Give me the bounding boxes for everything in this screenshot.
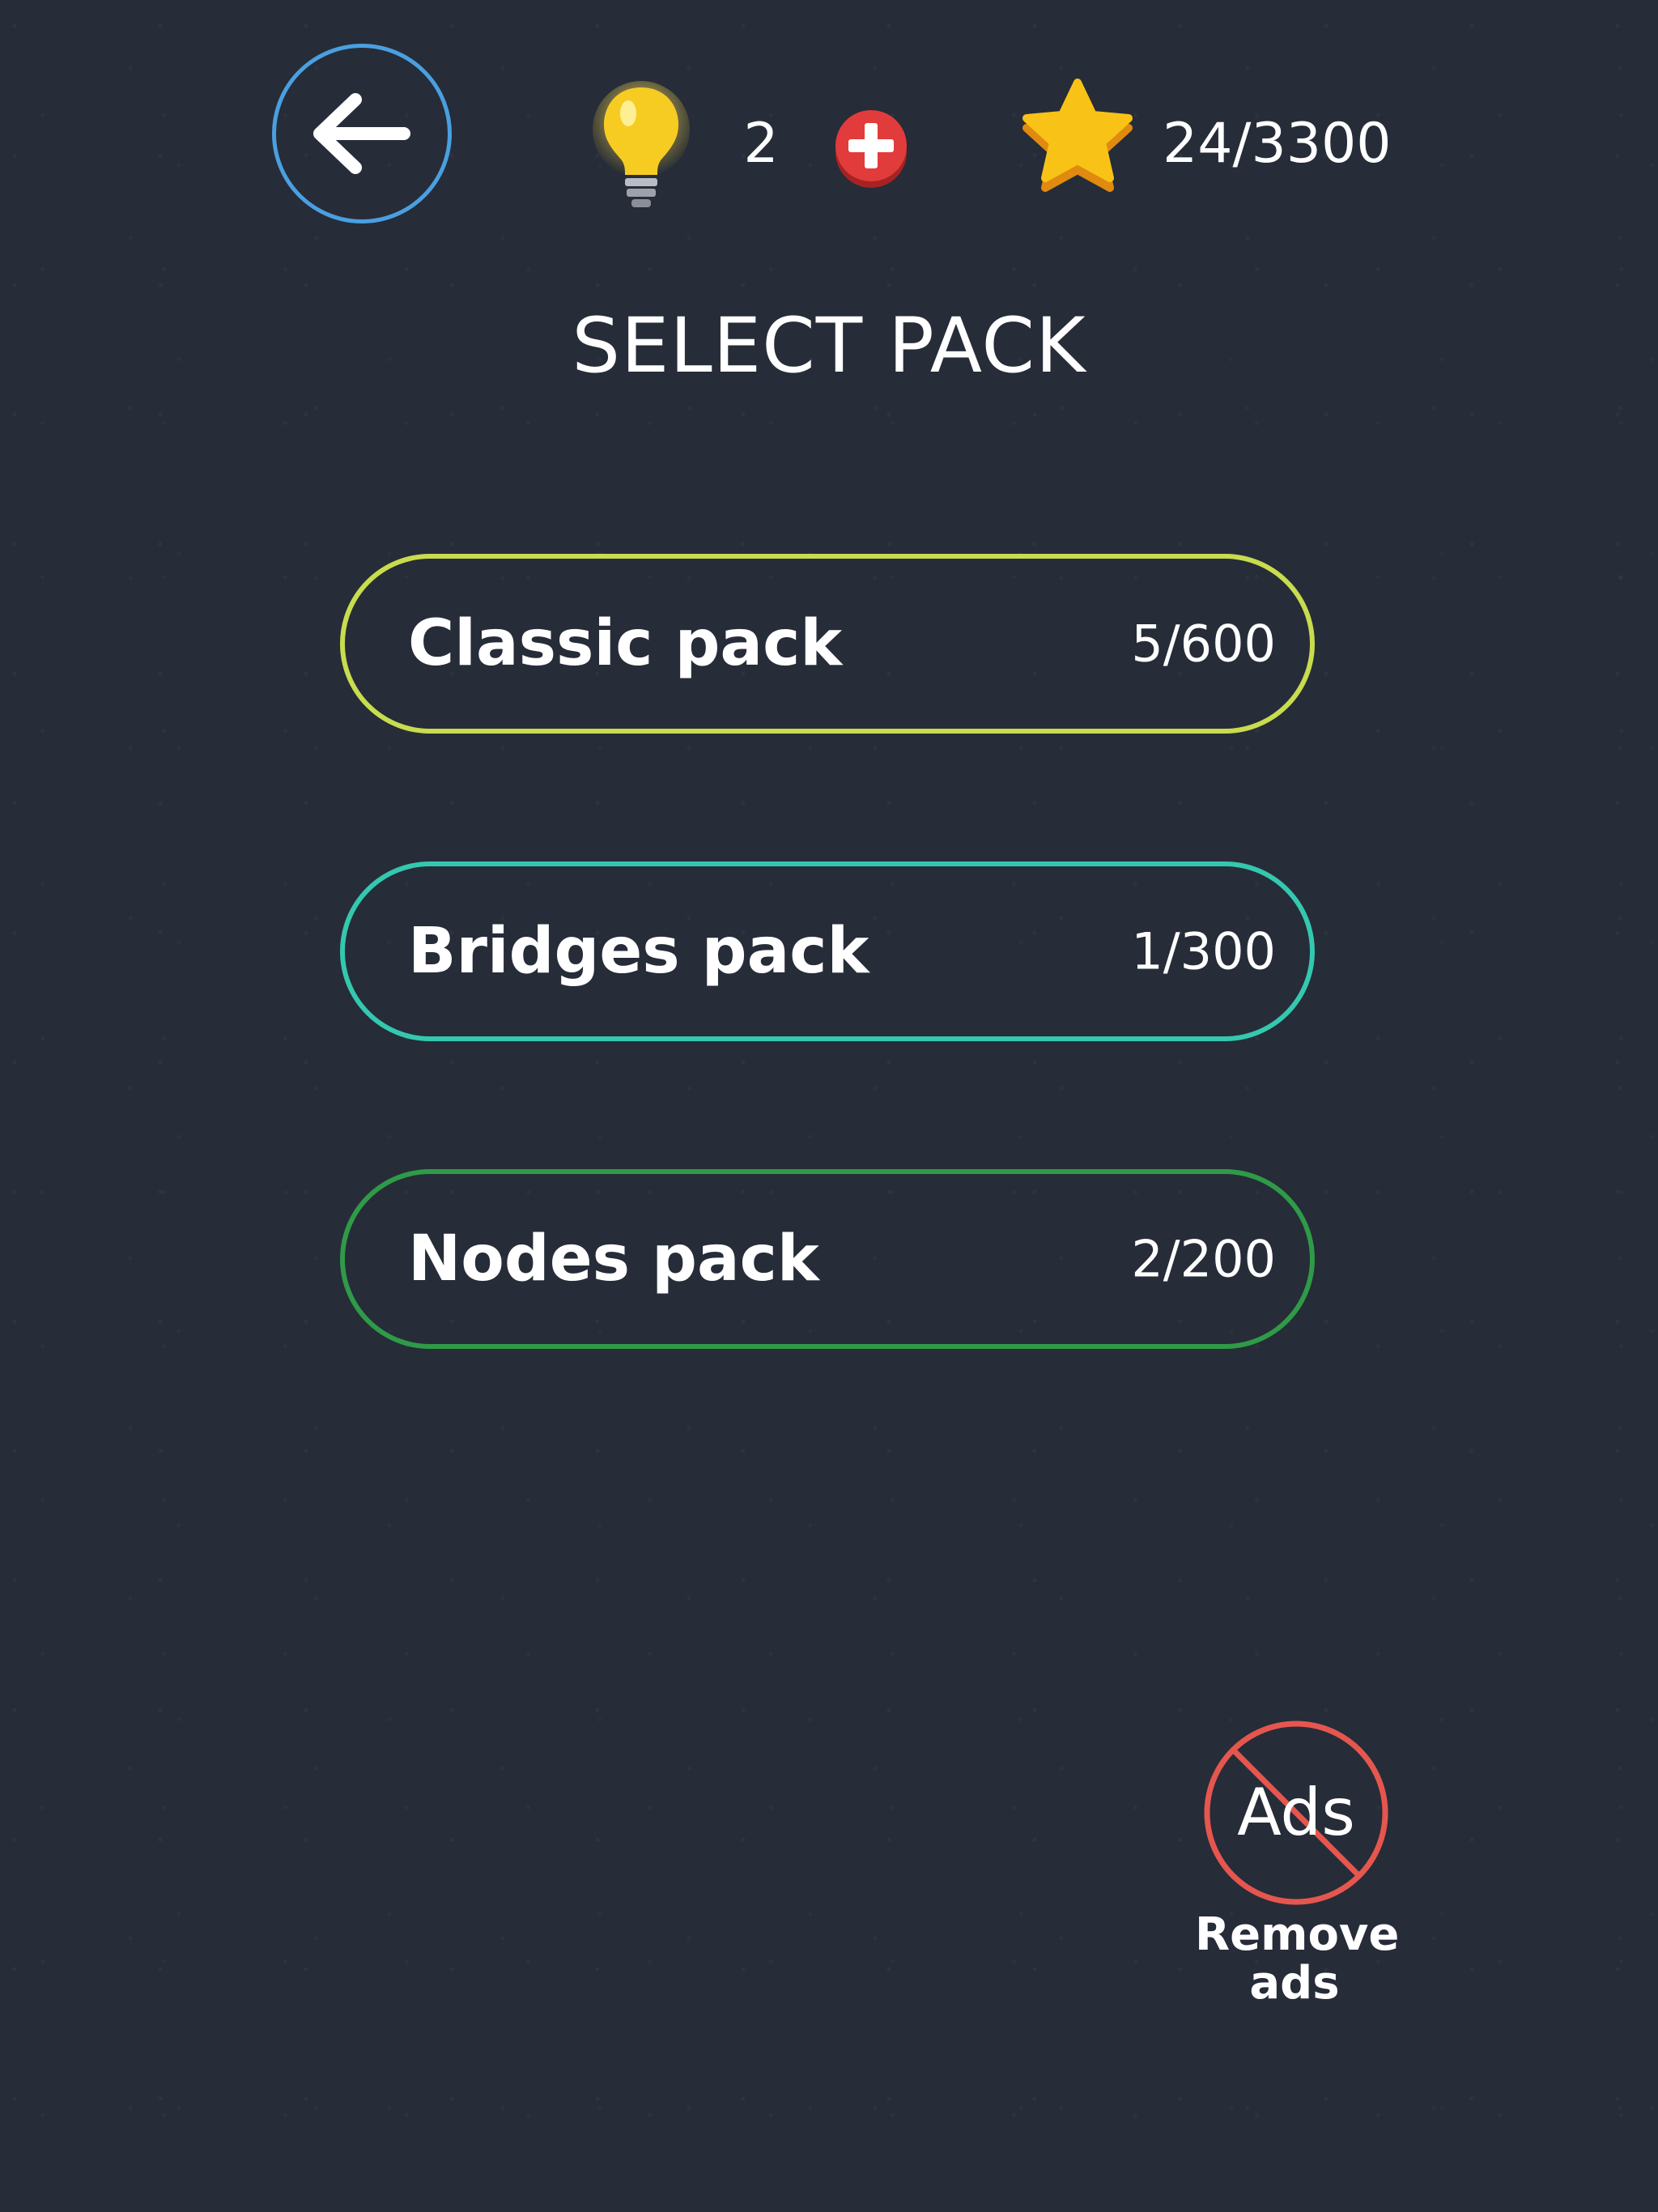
star-icon: [1022, 79, 1133, 192]
pack-button-nodes[interactable]: Nodes pack 2/200: [340, 1169, 1315, 1349]
remove-ads-label: Remove ads: [1195, 1908, 1400, 2010]
remove-ads-label-line2: ads: [1249, 1957, 1340, 2010]
arrow-left-icon: [313, 93, 410, 174]
pack-name: Nodes pack: [408, 1223, 819, 1295]
pack-button-classic[interactable]: Classic pack 5/600: [340, 554, 1315, 734]
pack-name: Bridges pack: [408, 915, 869, 988]
pack-progress: 2/200: [1131, 1229, 1276, 1289]
add-hints-button[interactable]: [832, 108, 910, 189]
stars-count: 24/3300: [1163, 112, 1392, 176]
light-bulb-icon: [593, 81, 690, 207]
hints-count: 2: [743, 112, 779, 176]
remove-ads-label-line1: Remove: [1195, 1908, 1400, 1961]
pack-progress: 1/300: [1131, 921, 1276, 981]
pack-name: Classic pack: [408, 607, 843, 680]
no-ads-icon-text: Ads: [1237, 1775, 1355, 1850]
back-button[interactable]: [272, 44, 452, 223]
pack-progress: 5/600: [1131, 614, 1276, 674]
page-title: SELECT PACK: [572, 302, 1086, 390]
remove-ads-button[interactable]: Ads Remove ads: [1195, 1720, 1400, 2019]
pack-button-bridges[interactable]: Bridges pack 1/300: [340, 861, 1315, 1041]
